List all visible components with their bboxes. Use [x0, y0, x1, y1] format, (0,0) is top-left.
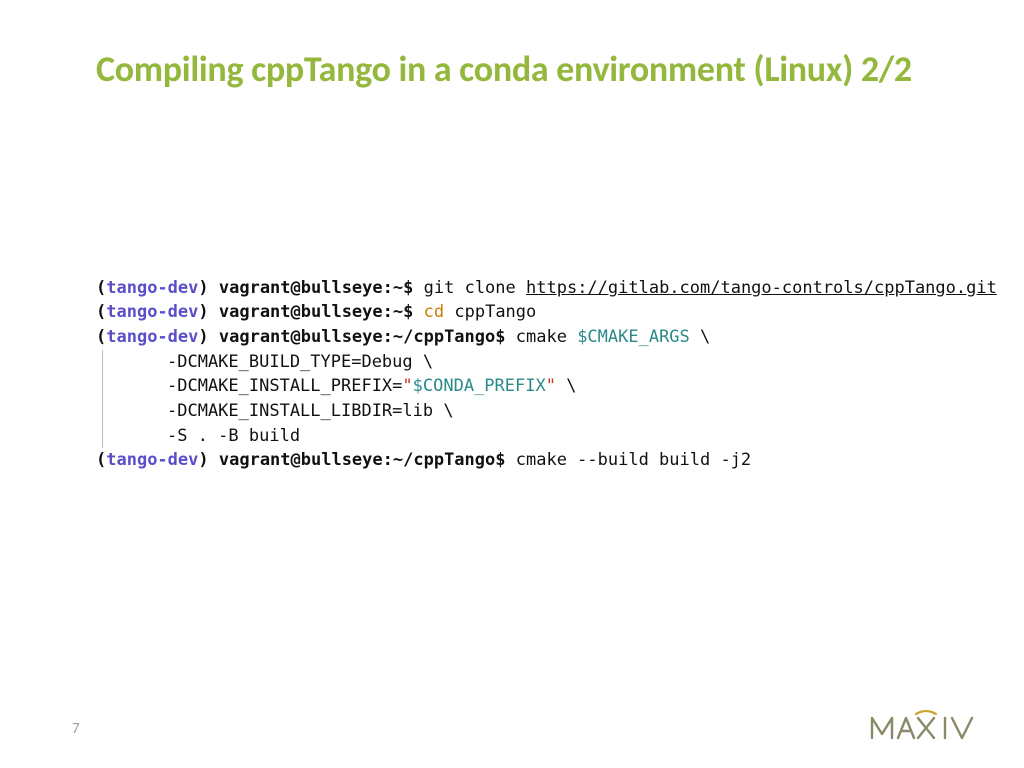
cmake-arg-prefix: -DCMAKE_INSTALL_PREFIX=: [167, 376, 402, 396]
slide-title: Compiling cppTango in a conda environmen…: [96, 48, 952, 91]
env-var: $CMAKE_ARGS: [577, 327, 690, 347]
terminal-block: (tango-dev) vagrant@bullseye:~$ git clon…: [96, 251, 952, 497]
terminal-line: (tango-dev) vagrant@bullseye:~$ cd cppTa…: [96, 302, 536, 322]
prompt-path: ~: [393, 278, 403, 298]
quote-close: ": [546, 376, 556, 396]
repo-url-link[interactable]: https://gitlab.com/tango-controls/cppTan…: [526, 278, 997, 298]
slide: Compiling cppTango in a conda environmen…: [0, 0, 1024, 768]
env-label: tango-dev: [106, 327, 198, 347]
command-args: cppTango: [454, 302, 536, 322]
env-label: tango-dev: [106, 278, 198, 298]
prompt-path: ~/cppTango: [393, 327, 495, 347]
prompt-host: vagrant@bullseye: [219, 278, 383, 298]
prompt-host: vagrant@bullseye: [219, 302, 383, 322]
maxiv-logo: [870, 710, 980, 744]
terminal-line: -DCMAKE_INSTALL_PREFIX="$CONDA_PREFIX" \: [102, 374, 576, 399]
terminal-line: -DCMAKE_INSTALL_LIBDIR=lib \: [102, 399, 454, 424]
env-var: $CONDA_PREFIX: [413, 376, 546, 396]
command: git clone: [424, 278, 516, 298]
line-tail: \: [556, 376, 576, 396]
prompt-host: vagrant@bullseye: [219, 450, 383, 470]
line-tail: \: [690, 327, 710, 347]
command: cmake --build build -j2: [516, 450, 751, 470]
command: cd: [424, 302, 444, 322]
cmake-arg: -DCMAKE_BUILD_TYPE=Debug \: [167, 352, 433, 372]
cmake-arg: -DCMAKE_INSTALL_LIBDIR=lib \: [167, 401, 454, 421]
terminal-line: (tango-dev) vagrant@bullseye:~$ git clon…: [96, 278, 997, 298]
cmake-arg: -S . -B build: [167, 426, 300, 446]
terminal-line: (tango-dev) vagrant@bullseye:~/cppTango$…: [96, 450, 751, 470]
prompt-path: ~: [393, 302, 403, 322]
prompt-host: vagrant@bullseye: [219, 327, 383, 347]
env-label: tango-dev: [106, 450, 198, 470]
env-label: tango-dev: [106, 302, 198, 322]
page-number: 7: [72, 720, 80, 738]
prompt-path: ~/cppTango: [393, 450, 495, 470]
maxiv-logo-icon: [870, 710, 980, 744]
terminal-line: -DCMAKE_BUILD_TYPE=Debug \: [102, 350, 433, 375]
quote-open: ": [402, 376, 412, 396]
command: cmake: [516, 327, 567, 347]
terminal-line: -S . -B build: [102, 424, 300, 449]
terminal-line: (tango-dev) vagrant@bullseye:~/cppTango$…: [96, 327, 710, 347]
